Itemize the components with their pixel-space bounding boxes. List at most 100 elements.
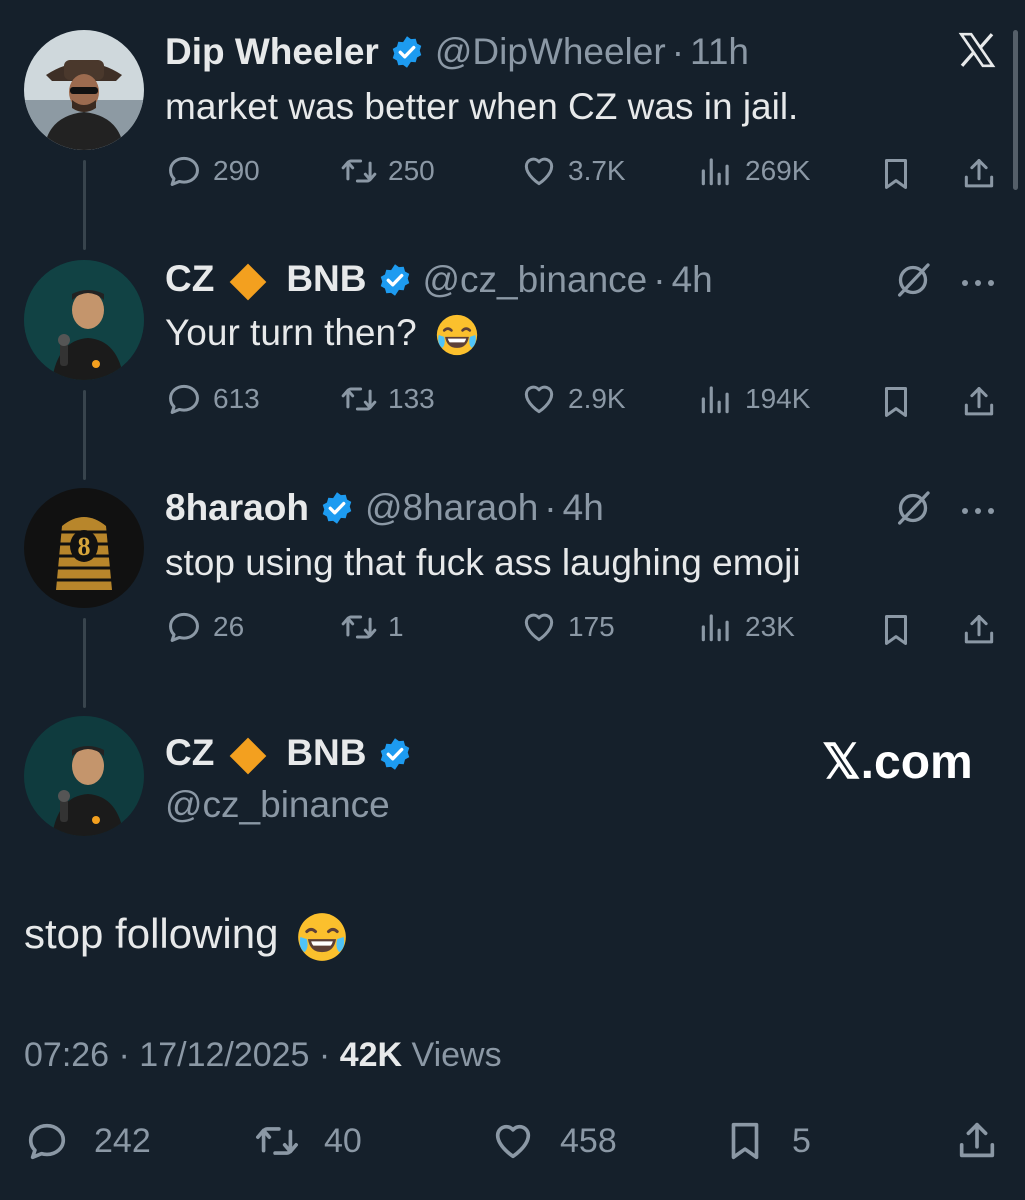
like-button[interactable]: 175 (520, 608, 615, 646)
tweet-text: stop using that fuck ass laughing emoji (165, 542, 801, 583)
bnb-diamond-icon (228, 262, 268, 302)
tweet-text: Your turn then? (165, 312, 479, 357)
share-icon (960, 383, 998, 421)
display-name[interactable]: Dip Wheeler (165, 31, 379, 73)
name-suffix: BNB (286, 258, 367, 300)
retweet-button[interactable]: 133 (340, 380, 435, 418)
name-prefix: CZ (165, 732, 215, 774)
bookmark-button[interactable] (877, 383, 915, 421)
avatar[interactable] (24, 260, 144, 380)
views-button[interactable]: 23K (697, 608, 795, 646)
share-button[interactable] (960, 155, 998, 193)
bookmark-count: 5 (792, 1121, 811, 1160)
like-count: 2.9K (568, 383, 626, 414)
avatar[interactable] (24, 30, 144, 150)
grok-icon[interactable] (893, 260, 933, 305)
retweet-count: 40 (324, 1121, 362, 1160)
retweet-icon (340, 380, 378, 418)
heart-icon (490, 1118, 536, 1164)
share-icon (960, 611, 998, 649)
bookmark-icon (877, 611, 915, 649)
bookmark-button[interactable] (877, 155, 915, 193)
handle[interactable]: @cz_binance (423, 259, 648, 301)
verified-icon (377, 736, 413, 772)
like-button[interactable]: 2.9K (520, 380, 626, 418)
share-button[interactable] (954, 1118, 1000, 1164)
retweet-button[interactable]: 1 (340, 608, 404, 646)
handle[interactable]: @DipWheeler (435, 31, 666, 73)
retweet-button[interactable]: 250 (340, 152, 435, 190)
reply-icon (165, 152, 203, 190)
like-count: 175 (568, 611, 615, 642)
retweet-icon (340, 608, 378, 646)
bookmark-button[interactable] (877, 611, 915, 649)
retweet-icon (340, 152, 378, 190)
share-button[interactable] (960, 611, 998, 649)
handle[interactable]: @cz_binance (165, 784, 390, 826)
reply-button[interactable]: 26 (165, 608, 244, 646)
scrollbar[interactable] (1013, 30, 1018, 190)
like-count: 458 (560, 1121, 617, 1160)
post-timestamp[interactable]: 07:26 · 17/12/2025 · (24, 1036, 330, 1074)
retweet-icon (254, 1118, 300, 1164)
reply-button[interactable]: 242 (24, 1118, 151, 1164)
handle[interactable]: @8haraoh (365, 487, 538, 529)
reply-count: 26 (213, 611, 245, 642)
views-total: 42K (339, 1036, 403, 1074)
heart-icon (520, 152, 558, 190)
views-label: Views (411, 1036, 502, 1074)
like-button[interactable]: 458 (490, 1118, 617, 1164)
bookmark-icon (877, 155, 915, 193)
reply-count: 290 (213, 155, 260, 186)
display-name[interactable]: 8haraoh (165, 487, 309, 529)
display-name[interactable]: CZ BNB (165, 258, 367, 301)
laughing-emoji-icon (435, 313, 479, 357)
tweet-meta: 07:26 · 17/12/2025 · 42K Views (24, 1036, 502, 1075)
views-button[interactable]: 269K (697, 152, 810, 190)
more-icon[interactable] (960, 275, 996, 293)
reply-button[interactable]: 290 (165, 152, 260, 190)
bnb-diamond-icon (228, 736, 268, 776)
retweet-count: 1 (388, 611, 404, 642)
timestamp[interactable]: 4h (563, 487, 604, 529)
views-icon (697, 152, 735, 190)
bookmark-button[interactable]: 5 (722, 1118, 811, 1164)
timestamp[interactable]: 4h (672, 259, 713, 301)
heart-icon (520, 380, 558, 418)
name-suffix: BNB (286, 732, 367, 774)
thread-line (83, 390, 86, 480)
thread-line (83, 160, 86, 250)
avatar[interactable] (24, 716, 144, 836)
tweet-actions: 290 250 3.7K 269K (165, 152, 1000, 196)
verified-icon (377, 262, 413, 298)
bookmark-icon (722, 1118, 768, 1164)
main-tweet-text: stop following (24, 910, 348, 963)
grok-icon[interactable] (893, 488, 933, 533)
share-icon (954, 1118, 1000, 1164)
tweet-header: CZ BNB @cz_binance · 4h (165, 258, 713, 302)
reply-icon (165, 380, 203, 418)
like-button[interactable]: 3.7K (520, 152, 626, 190)
separator-dot: · (653, 259, 666, 300)
verified-icon (389, 34, 425, 70)
reply-button[interactable]: 613 (165, 380, 260, 418)
avatar[interactable]: 8 (24, 488, 144, 608)
main-tweet-text-content: stop following (24, 910, 279, 957)
x-logo-icon[interactable] (955, 30, 999, 70)
separator-dot: · (671, 31, 685, 72)
tweet-text-content: Your turn then? (165, 312, 417, 353)
views-icon (697, 608, 735, 646)
reply-icon (24, 1118, 70, 1164)
svg-text:8: 8 (78, 532, 91, 561)
like-count: 3.7K (568, 155, 626, 186)
thread-line (83, 618, 86, 708)
views-count: 23K (745, 611, 795, 642)
name-prefix: CZ (165, 258, 215, 300)
share-button[interactable] (960, 383, 998, 421)
more-icon[interactable] (960, 503, 996, 521)
tweet-header: Dip Wheeler @DipWheeler · 11h (165, 30, 749, 74)
display-name[interactable]: CZ BNB (165, 732, 367, 775)
timestamp[interactable]: 11h (690, 31, 749, 73)
views-button[interactable]: 194K (697, 380, 810, 418)
retweet-button[interactable]: 40 (254, 1118, 362, 1164)
